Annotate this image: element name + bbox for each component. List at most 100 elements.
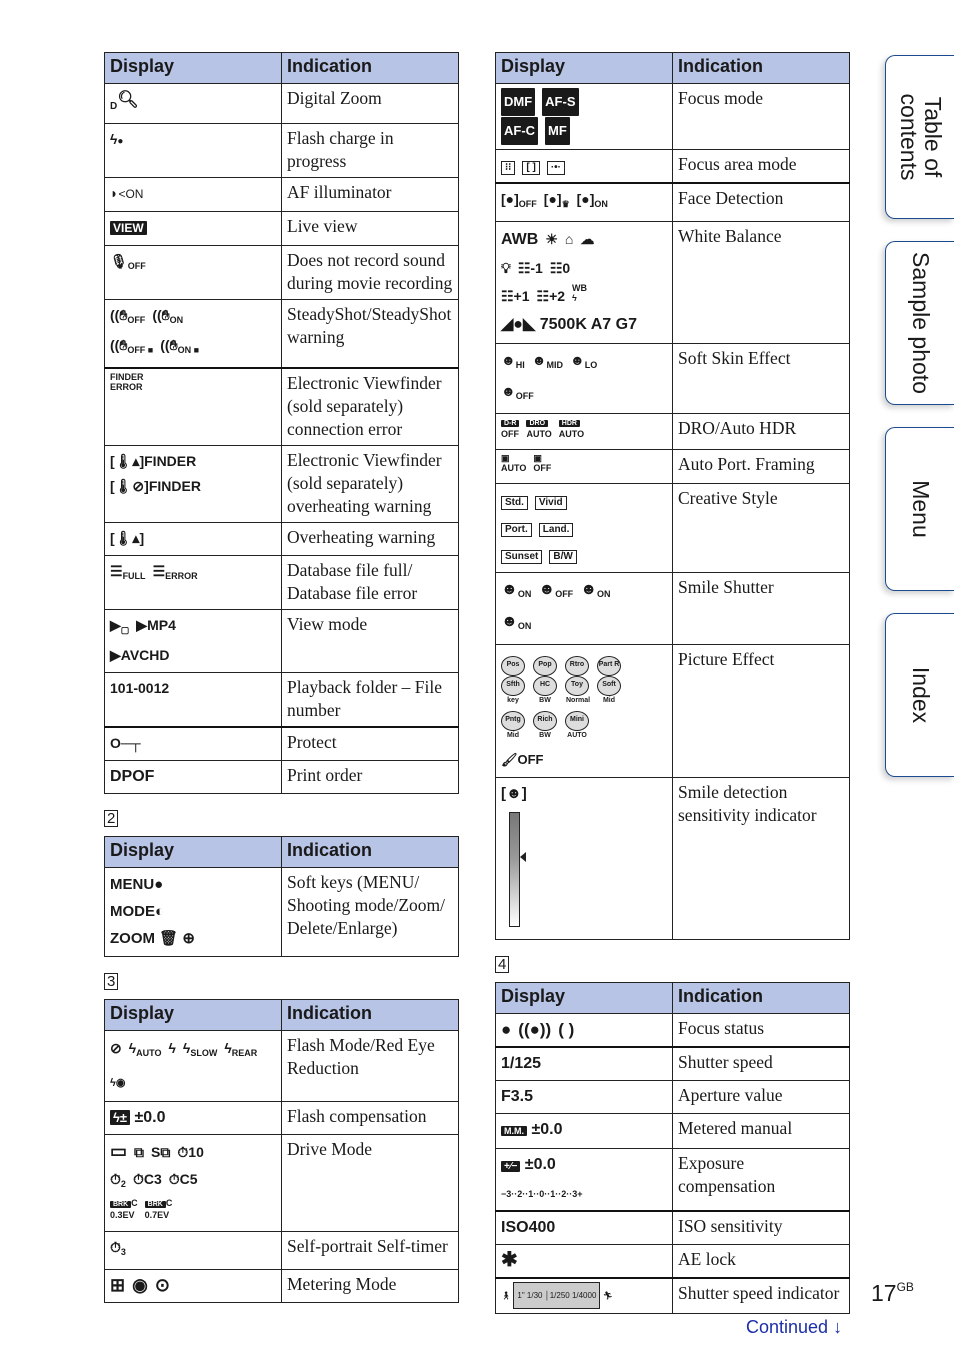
header-indication: Indication xyxy=(281,999,459,1031)
section-marker-3: 3 xyxy=(104,973,119,990)
effect-richbw: Rich BW xyxy=(533,711,557,739)
table-row: ▶︎▢ ▶︎MP4 ▶︎AVCHD View mode xyxy=(104,609,459,673)
indication-text: Auto Port. Framing xyxy=(672,449,850,484)
table-row: M.M. ±0.0 Metered manual xyxy=(495,1113,850,1149)
continued-link[interactable]: Continued ↓ xyxy=(746,1317,842,1338)
indication-text: Aperture value xyxy=(672,1080,850,1114)
exposure-scale: −3··2··1··0··1··2··3+ xyxy=(501,1189,583,1199)
focus-status-icon: ● ((●))( ) xyxy=(495,1013,673,1048)
indicator-table-2: Display Indication MENU● MODE◐ ZOOM 🗑︎ ⊕ S… xyxy=(104,836,459,957)
table-row: ⊘ ϟAUTO ϟ ϟSLOW ϟREAR ϟ◉ Flash Mode/Red Eye … xyxy=(104,1030,459,1102)
flash-charge-icon: ϟ● xyxy=(104,123,282,178)
sensitivity-arrow-icon xyxy=(520,852,526,862)
table-row: Std. Vivid Port. Land. Sunset B/W Creative … xyxy=(495,483,850,573)
creative-style-icon: Std. Vivid Port. Land. Sunset B/W xyxy=(495,483,673,573)
view-mode-icon: ▶︎▢ ▶︎MP4 ▶︎AVCHD xyxy=(104,609,282,673)
aperture-value: F3.5 xyxy=(495,1080,673,1114)
table-row: 🎙︎OFF Does not record sound during movie… xyxy=(104,245,459,300)
indication-text: Does not record sound during movie recor… xyxy=(281,245,459,300)
table-row: ▣ AUTO▣ OFF Auto Port. Framing xyxy=(495,449,850,484)
indication-text: AE lock xyxy=(672,1244,850,1279)
database-icon: ☰FULL ☰ERROR xyxy=(104,555,282,610)
header-display: Display xyxy=(104,52,282,84)
table-row: D🔍︎ Digital Zoom xyxy=(104,83,459,124)
indication-text: Creative Style xyxy=(672,483,850,573)
header-display: Display xyxy=(495,982,673,1014)
ae-lock-icon: ✱ xyxy=(495,1244,673,1279)
table-row: ◗<ON AF illuminator xyxy=(104,177,459,212)
table-row: 🚶︎ 1" 1/30 │1/250 1/4000 🏃︎ Shutter spee… xyxy=(495,1277,850,1314)
indication-text: Shutter speed xyxy=(672,1046,850,1081)
indication-text: DRO/Auto HDR xyxy=(672,413,850,450)
table-row: O─┬ Protect xyxy=(104,726,459,761)
picture-effect-icon: Pos Pop Rtro Part R Sfth key HC BW Toy Normal… xyxy=(495,644,673,778)
auto-framing-icon: ▣ AUTO▣ OFF xyxy=(495,449,673,484)
focus-mode-icon: DMF AF-S AF-C MF xyxy=(495,83,673,150)
tab-sample-photo[interactable]: Sample photo xyxy=(885,241,954,405)
table-row: DPOF Print order xyxy=(104,760,459,794)
table-row: ϟ● Flash charge in progress xyxy=(104,123,459,178)
tab-menu[interactable]: Menu xyxy=(885,427,954,591)
table-header: Display Indication xyxy=(104,999,459,1031)
tab-table-of-contents[interactable]: Table of contents xyxy=(885,55,954,219)
sensitivity-bar xyxy=(509,812,520,927)
table-row: ☻HI ☻MID ☻LO ☻OFF Soft Skin Effect xyxy=(495,343,850,414)
finder-overheat-icon: [🌡︎▴]FINDER [🌡︎⊘]FINDER xyxy=(104,445,282,523)
table-row: FINDER ERROR Electronic Viewfinder (sold … xyxy=(104,367,459,446)
effect-retro: Rtro xyxy=(565,656,589,676)
soft-keys-icon: MENU● MODE◐ ZOOM 🗑︎ ⊕ xyxy=(104,867,282,957)
table-row: ISO400 ISO sensitivity xyxy=(495,1210,850,1245)
afs-badge: AF-S xyxy=(542,88,579,116)
table-row: [🌡︎▴]FINDER [🌡︎⊘]FINDER Electronic Viewfi… xyxy=(104,445,459,523)
table-row: ☻ON ☻OFF ☻ON ☻ON Smile Shutter xyxy=(495,572,850,645)
indication-text: Shutter speed indicator xyxy=(672,1277,850,1314)
tab-label: Sample photo xyxy=(907,252,934,394)
steadyshot-icon: ((✋︎OFF ((✋︎ON ((✋︎OFF ■ ((✋︎ON ■ xyxy=(104,299,282,369)
indication-text: Focus area mode xyxy=(672,149,850,184)
effect-partcolor: Part R xyxy=(597,656,621,676)
arrow-down-icon: ↓ xyxy=(833,1317,843,1337)
af-illuminator-icon: ◗<ON xyxy=(104,177,282,212)
folder-file-number: 101-0012 xyxy=(104,672,282,728)
shutter-speed-value: 1/125 xyxy=(495,1046,673,1081)
indication-text: Overheating warning xyxy=(281,522,459,556)
table-row: ● ((●))( ) Focus status xyxy=(495,1013,850,1048)
effect-pop: Pop xyxy=(533,656,557,676)
drive-mode-icon: ▭ ⧉ S⧉ ⏱︎10 ⏱︎2 ⏱︎C3 ⏱︎C5 BRK C 0.3EVBRK C 0.7EV xyxy=(104,1134,282,1232)
table-row: [🌡︎▴] Overheating warning xyxy=(104,522,459,556)
exposure-comp-icon: +∕− ±0.0 −3··2··1··0··1··2··3+ xyxy=(495,1148,673,1212)
style-bw: B/W xyxy=(549,550,577,564)
indication-text: Protect xyxy=(281,726,459,761)
mf-badge: MF xyxy=(545,117,570,145)
iso-value: ISO400 xyxy=(495,1210,673,1245)
indication-text: Playback folder – File number xyxy=(281,672,459,728)
tab-label: Menu xyxy=(907,480,934,538)
indicator-table-1: Display Indication D🔍︎ Digital Zoom ϟ● F… xyxy=(104,52,459,794)
indication-text: Soft Skin Effect xyxy=(672,343,850,414)
table-row: AWB ☀ ⌂ ☁ 💡︎ ☷-1 ☷0 ☷+1 ☷+2 WB ϟ ◢●◣ 7500K A7 G7… xyxy=(495,221,850,344)
indication-text: Exposure compensation xyxy=(672,1148,850,1212)
tab-index[interactable]: Index xyxy=(885,613,954,777)
effect-softhighkey: Sfth key xyxy=(501,676,525,704)
style-portrait: Port. xyxy=(501,523,532,537)
table-header: Display Indication xyxy=(104,836,459,868)
indication-text: Drive Mode xyxy=(281,1134,459,1232)
header-indication: Indication xyxy=(281,52,459,84)
table-row: F3.5 Aperture value xyxy=(495,1080,850,1114)
effect-pos: Pos xyxy=(501,656,525,676)
table-row: DMF AF-S AF-C MF Focus mode xyxy=(495,83,850,150)
style-std: Std. xyxy=(501,496,528,510)
indication-text: Flash charge in progress xyxy=(281,123,459,178)
indication-text: Self-portrait Self-timer xyxy=(281,1231,459,1270)
indication-text: View mode xyxy=(281,609,459,673)
key-icon: O─┬ xyxy=(104,726,282,761)
style-vivid: Vivid xyxy=(534,496,567,510)
dmf-badge: DMF xyxy=(501,88,536,116)
effect-hcbw: HC BW xyxy=(533,676,557,704)
table-row: MENU● MODE◐ ZOOM 🗑︎ ⊕ Soft keys (MENU/ Sho… xyxy=(104,867,459,957)
indication-text: Electronic Viewfinder (sold separately) … xyxy=(281,367,459,446)
table-row: ϟ± ±0.0 Flash compensation xyxy=(104,1101,459,1135)
page-suffix: GB xyxy=(896,1280,914,1294)
table-row: ✱ AE lock xyxy=(495,1244,850,1279)
table-header: Display Indication xyxy=(104,52,459,84)
